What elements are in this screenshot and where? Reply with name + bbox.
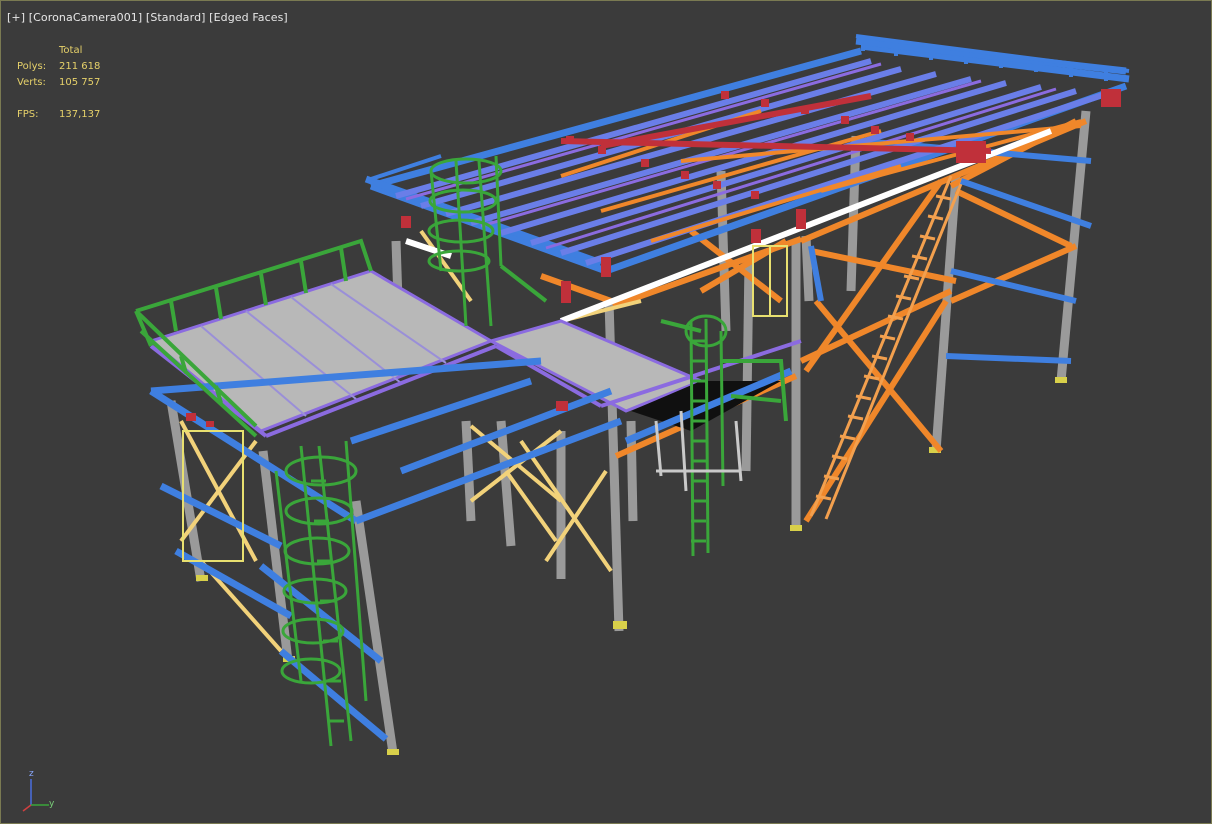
viewport[interactable]: [+] [CoronaCamera001] [Standard] [Edged …: [0, 0, 1212, 824]
viewport-label[interactable]: [+] [CoronaCamera001] [Standard] [Edged …: [7, 11, 288, 24]
viewport-menu-button[interactable]: [+]: [7, 11, 25, 24]
scene-statistics: Total Polys: 211 618 Verts: 105 757 FPS: 13…: [17, 43, 100, 123]
polys-label: Polys:: [17, 61, 47, 72]
axis-y-label: y: [49, 799, 55, 809]
steel-columns: [166, 110, 1091, 754]
viewport-mode-label[interactable]: [Edged Faces]: [209, 11, 288, 24]
verts-value: 105 757: [59, 77, 101, 88]
fps-label: FPS:: [17, 109, 39, 120]
stats-header: Total: [59, 45, 83, 56]
left-platform-deck: [147, 269, 495, 433]
verts-label: Verts:: [17, 77, 46, 88]
axis-z-label: z: [29, 769, 34, 779]
viewport-camera-label[interactable]: [CoronaCamera001]: [29, 11, 143, 24]
axis-gizmo-icon: z y: [19, 769, 59, 815]
3d-scene-render[interactable]: [1, 1, 1211, 823]
viewport-shading-label[interactable]: [Standard]: [146, 11, 206, 24]
fps-value: 137,137: [59, 109, 101, 120]
polys-value: 211 618: [59, 61, 101, 72]
